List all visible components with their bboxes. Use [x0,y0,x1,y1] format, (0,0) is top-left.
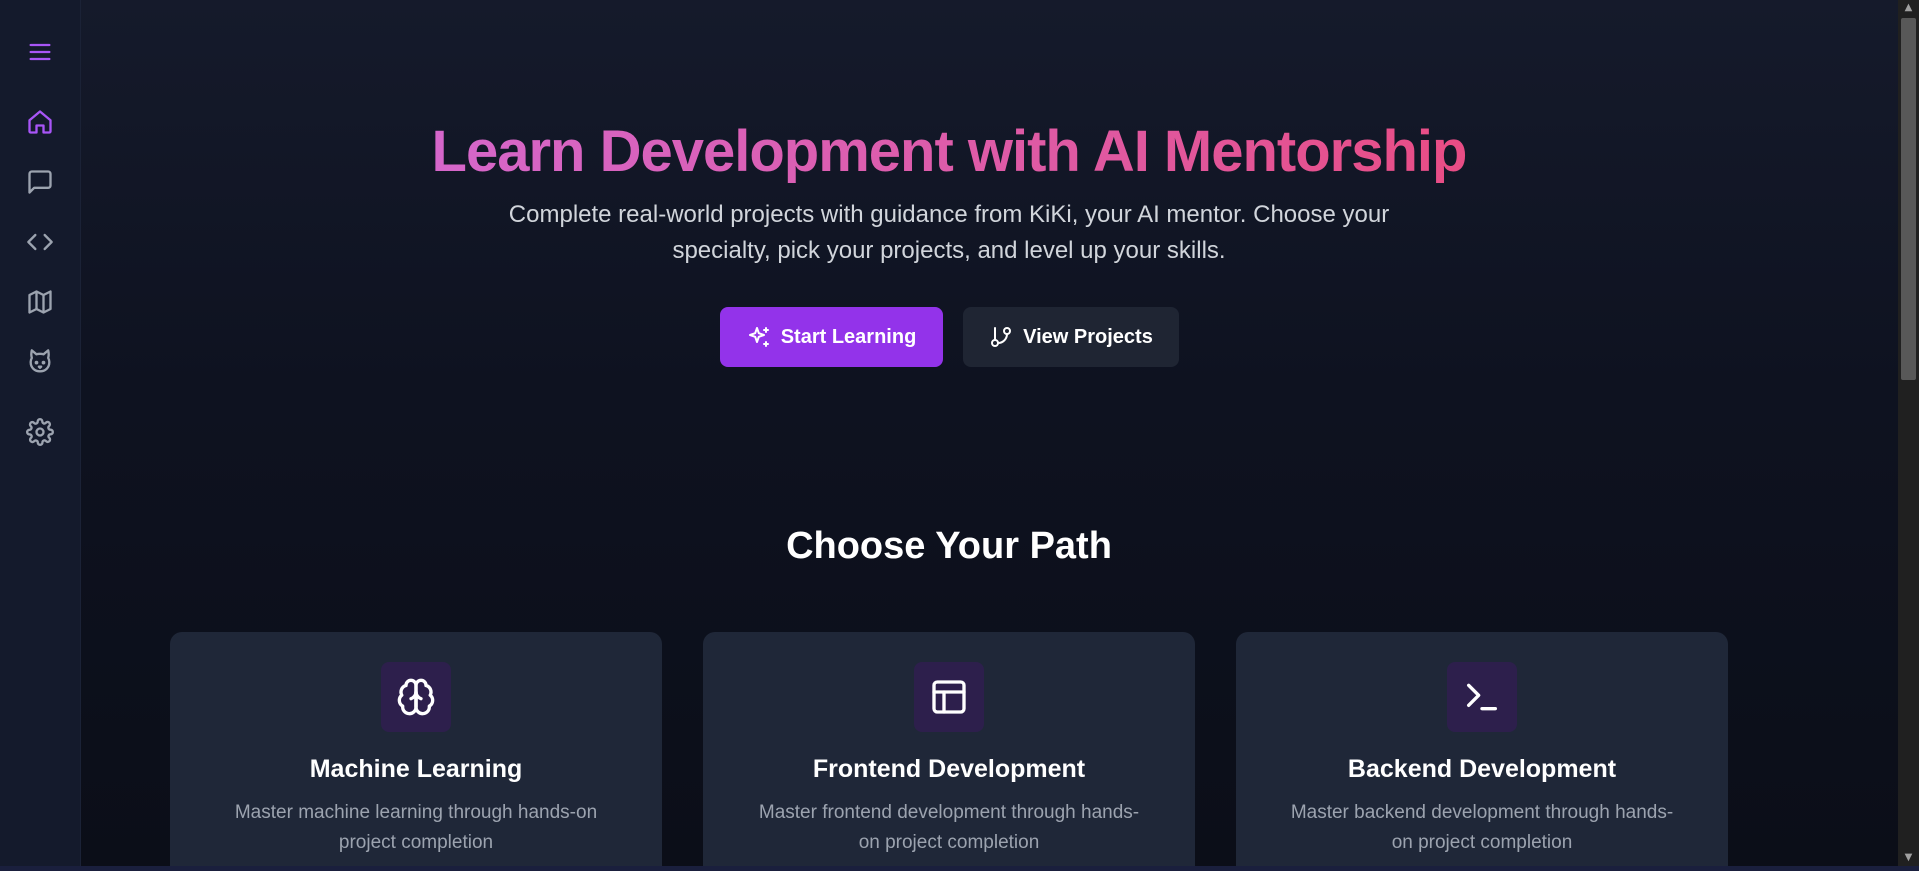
view-projects-label: View Projects [1023,325,1153,348]
scroll-up-arrow[interactable]: ▲ [1898,0,1919,16]
sidebar-item-map[interactable] [20,282,60,322]
sidebar-item-home[interactable] [20,102,60,142]
card-description: Master frontend development through hand… [758,802,1140,853]
bottom-edge [0,866,1919,871]
layout-icon [932,680,966,714]
terminal-icon [1467,683,1497,711]
menu-icon [29,43,51,61]
sidebar [0,0,81,866]
card-description: Master backend development through hands… [1290,802,1674,853]
scroll-down-arrow[interactable]: ▼ [1898,850,1919,866]
card-description: Master machine learning through hands-on… [234,802,598,853]
sidebar-item-code[interactable] [20,222,60,262]
cat-icon [29,349,51,373]
brain-icon [397,678,435,716]
view-projects-button[interactable]: View Projects [963,307,1179,367]
card-icon-tile [914,662,984,732]
start-learning-label: Start Learning [780,325,917,348]
vertical-scrollbar[interactable]: ▲ ▼ [1898,0,1919,866]
code-icon [27,233,53,251]
gear-icon [26,418,54,446]
home-icon [28,110,52,134]
main-content: Learn Development with AI Mentorship Com… [81,0,1898,871]
menu-button[interactable] [20,32,60,72]
start-learning-button[interactable]: Start Learning [720,307,943,367]
card-title: Machine Learning [309,755,523,783]
chat-icon [28,170,52,194]
card-icon-tile [381,662,451,732]
git-branch-icon [991,327,1012,347]
card-icon-tile [1447,662,1517,732]
sparkles-icon [748,327,769,347]
hero-title: Learn Development with AI Mentorship [81,113,1817,191]
sidebar-item-mentor[interactable] [20,342,60,382]
card-title: Frontend Development [812,755,1086,783]
map-icon [28,290,52,314]
path-card-machine-learning[interactable]: Machine Learning Master machine learning… [170,632,662,871]
choose-path-title: Choose Your Path [786,525,1112,567]
path-card-frontend[interactable]: Frontend Development Master frontend dev… [703,632,1195,871]
app-window: Learn Development with AI Mentorship Com… [0,0,1919,871]
scroll-thumb[interactable] [1901,18,1916,380]
sidebar-item-settings[interactable] [20,412,60,452]
hero-subtitle: Complete real-world projects with guidan… [508,201,1390,264]
path-card-backend[interactable]: Backend Development Master backend devel… [1236,632,1728,871]
card-title: Backend Development [1347,755,1617,783]
sidebar-item-chat[interactable] [20,162,60,202]
